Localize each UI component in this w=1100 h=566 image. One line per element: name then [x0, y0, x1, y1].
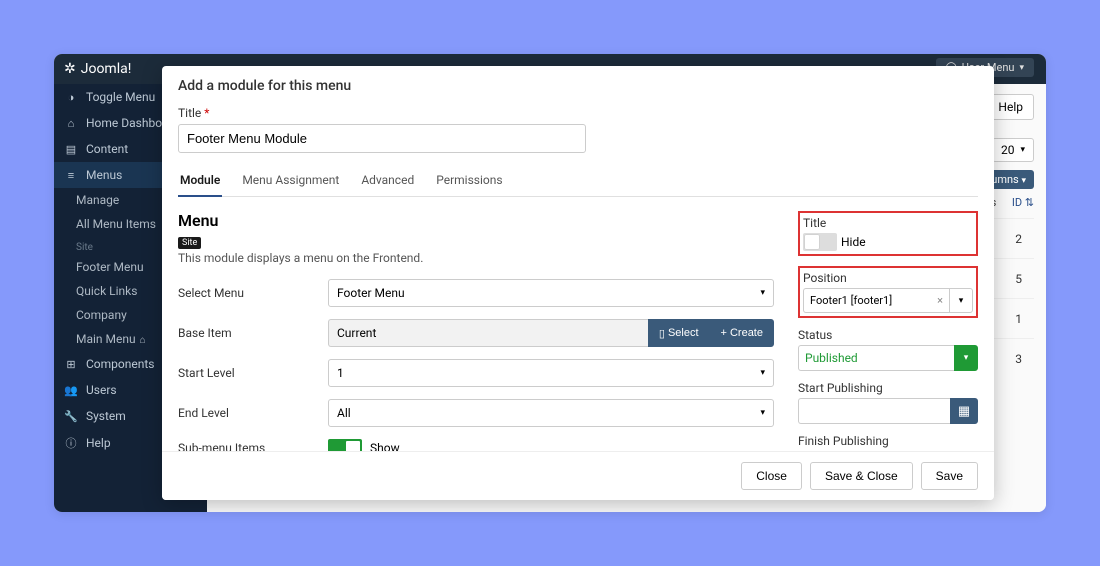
- col-right: Title Hide Position Footer1 [footer1]× ▾: [798, 211, 978, 451]
- start-pub-input[interactable]: [798, 398, 950, 424]
- position-input[interactable]: Footer1 [footer1]×: [803, 288, 949, 313]
- save-button[interactable]: Save: [921, 462, 978, 490]
- title-toggle-label: Title: [803, 216, 973, 230]
- app-frame: ✲ Joomla! ◯ User Menu ▾ ◑Toggle Menu ⌂Ho…: [54, 54, 1046, 512]
- title-label: Title *: [178, 106, 978, 120]
- start-pub-label: Start Publishing: [798, 381, 978, 395]
- status-dropdown-button[interactable]: ▾: [954, 345, 978, 371]
- close-button[interactable]: Close: [741, 462, 802, 490]
- base-item-input: Current: [328, 319, 648, 347]
- section-title: Menu: [178, 211, 774, 230]
- title-input[interactable]: [178, 124, 586, 153]
- modal-overlay: Add a module for this menu Title * Modul…: [54, 54, 1046, 512]
- submenu-label: Sub-menu Items: [178, 441, 328, 451]
- submenu-state: Show: [370, 441, 400, 451]
- tabs: Module Menu Assignment Advanced Permissi…: [178, 165, 978, 197]
- base-select-button[interactable]: ▯Select: [648, 319, 710, 347]
- file-icon: ▯: [659, 327, 665, 340]
- tab-advanced[interactable]: Advanced: [359, 165, 416, 196]
- chevron-down-icon: ▾: [760, 288, 765, 298]
- status-value: Published: [798, 345, 954, 371]
- site-badge: Site: [178, 237, 201, 249]
- chevron-down-icon: ▾: [959, 296, 964, 306]
- base-create-button[interactable]: +Create: [710, 319, 774, 347]
- chevron-down-icon: ▾: [760, 368, 765, 378]
- select-menu-label: Select Menu: [178, 286, 328, 300]
- select-menu-dropdown[interactable]: Footer Menu▾: [328, 279, 774, 307]
- base-item-label: Base Item: [178, 326, 328, 340]
- start-pub-calendar-button[interactable]: ▦: [950, 398, 978, 424]
- position-dropdown-button[interactable]: ▾: [949, 288, 973, 313]
- row-submenu: Sub-menu Items Show: [178, 439, 774, 451]
- plus-icon: +: [721, 327, 727, 339]
- col-left: Menu Site This module displays a menu on…: [178, 211, 774, 451]
- section-desc: This module displays a menu on the Front…: [178, 251, 774, 265]
- row-end-level: End Level All▾: [178, 399, 774, 427]
- modal-title: Add a module for this menu: [162, 66, 994, 106]
- chevron-down-icon: ▾: [760, 408, 765, 418]
- end-level-label: End Level: [178, 406, 328, 420]
- start-level-label: Start Level: [178, 366, 328, 380]
- tab-permissions[interactable]: Permissions: [434, 165, 504, 196]
- position-box: Position Footer1 [footer1]× ▾: [798, 266, 978, 318]
- tab-module[interactable]: Module: [178, 165, 222, 197]
- title-hide-state: Hide: [841, 235, 866, 249]
- content-area: Menu Site This module displays a menu on…: [178, 211, 978, 451]
- status-box: Status Published ▾: [798, 328, 978, 371]
- start-pub-box: Start Publishing ▦: [798, 381, 978, 424]
- title-toggle-box: Title Hide: [798, 211, 978, 256]
- submenu-toggle[interactable]: [328, 439, 362, 451]
- start-level-dropdown[interactable]: 1▾: [328, 359, 774, 387]
- position-label: Position: [803, 271, 973, 285]
- clear-icon[interactable]: ×: [937, 294, 943, 307]
- save-close-button[interactable]: Save & Close: [810, 462, 913, 490]
- end-level-dropdown[interactable]: All▾: [328, 399, 774, 427]
- modal-body: Title * Module Menu Assignment Advanced …: [162, 106, 994, 451]
- row-base-item: Base Item Current ▯Select +Create: [178, 319, 774, 347]
- finish-pub-label: Finish Publishing: [798, 434, 978, 448]
- status-label: Status: [798, 328, 978, 342]
- title-hide-toggle[interactable]: [803, 233, 837, 251]
- finish-pub-box: Finish Publishing: [798, 434, 978, 448]
- tab-menu-assignment[interactable]: Menu Assignment: [240, 165, 341, 196]
- row-start-level: Start Level 1▾: [178, 359, 774, 387]
- calendar-icon: ▦: [958, 404, 970, 419]
- row-select-menu: Select Menu Footer Menu▾: [178, 279, 774, 307]
- add-module-modal: Add a module for this menu Title * Modul…: [162, 66, 994, 500]
- chevron-down-icon: ▾: [964, 353, 969, 363]
- modal-footer: Close Save & Close Save: [162, 451, 994, 500]
